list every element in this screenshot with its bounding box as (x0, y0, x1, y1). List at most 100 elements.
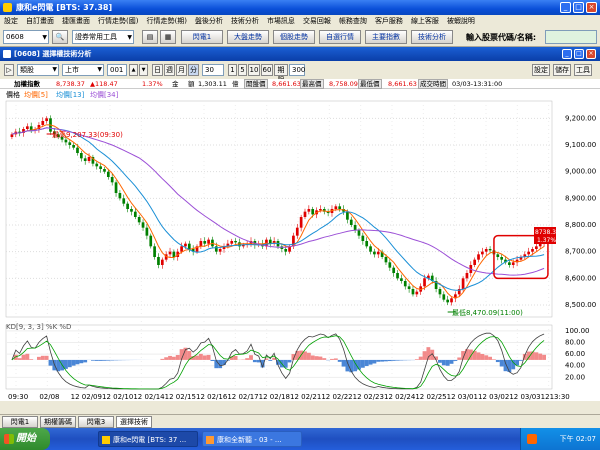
category-select[interactable]: 類股 ▼ (17, 64, 59, 76)
kd-histogram-bar (449, 359, 454, 364)
kd-histogram-bar (542, 354, 546, 360)
x-tick-label: 1213:30 (541, 393, 570, 401)
chart-area[interactable]: 9,200.00 9,100.00 9,000.00 8,900.00 8,800.00… (0, 89, 600, 401)
menu-item-trade-report[interactable]: 交易回報 (299, 15, 335, 27)
menu-item-domestic-quotes[interactable]: 行情走勢(國) (94, 15, 142, 27)
menu-item-quick-view[interactable]: 捷匯畫面 (58, 15, 94, 27)
kd-histogram-bar (364, 359, 369, 367)
period-week-button[interactable]: 週 (164, 64, 175, 76)
toolbar-button-market-trend[interactable]: 大盤走勢 (227, 30, 269, 44)
menu-item-market-news[interactable]: 市場訊息 (263, 15, 299, 27)
menu-item-customer-service[interactable]: 客戶服務 (371, 15, 407, 27)
candle-body (361, 235, 365, 241)
stepper-up-button[interactable]: ▲ (129, 64, 138, 76)
kd-legend: KD[9, 3, 3] %K %D (6, 323, 71, 331)
kd-histogram-bar (210, 359, 215, 362)
task-news-label: 康和全新聽 - 03 - ... (217, 436, 282, 444)
tab-options-chips[interactable]: 期權籌碼 (40, 416, 76, 428)
toolbar-button-stock-trend[interactable]: 個股走勢 (273, 30, 315, 44)
period-day-button[interactable]: 日 (152, 64, 163, 76)
toolbar-button-main-index[interactable]: 主要指數 (365, 30, 407, 44)
kd-histogram-bar (422, 351, 427, 360)
task-bts-app[interactable]: 康和e閃電 [BTS: 37 ... (98, 431, 198, 447)
x-tick-label: 12 02/16 (196, 393, 228, 401)
candle-body (403, 281, 407, 287)
kd-histogram-bar (36, 356, 41, 360)
bars-count-field[interactable]: 300 (289, 64, 305, 76)
minimize-button[interactable]: _ (560, 2, 571, 13)
toolbar-button-technical[interactable]: 技術分析 (411, 30, 453, 44)
menu-item-technical[interactable]: 技術分析 (227, 15, 263, 27)
tab-options-technical[interactable]: 選擇技術 (116, 416, 152, 428)
menu-item-online-support[interactable]: 線上客服 (407, 15, 443, 27)
candle-body (45, 118, 48, 121)
kd-histogram-bar (79, 359, 84, 364)
toolbar-button-flash1[interactable]: 閃電1 (181, 30, 223, 44)
play-icon: ▷ (6, 66, 12, 74)
kd-histogram-bar (44, 355, 49, 360)
play-button[interactable]: ▷ (4, 64, 14, 76)
kd-histogram-bar (341, 359, 346, 367)
task-news-app[interactable]: 康和全新聽 - 03 - ... (202, 431, 302, 447)
kd-histogram-bar (75, 359, 80, 365)
kd-histogram-bar (333, 358, 338, 360)
minutes-select[interactable]: 30 (202, 64, 224, 76)
index-code-select[interactable]: 001 (107, 64, 127, 76)
window-icon: ▤ (146, 33, 154, 41)
technical-chart[interactable]: 9,200.00 9,100.00 9,000.00 8,900.00 8,800.00… (0, 89, 600, 401)
kd-histogram-bar (303, 351, 307, 360)
kd-histogram-bar (268, 359, 273, 361)
menu-item-help[interactable]: 被蝦說明 (443, 15, 479, 27)
menu-item-custom-view[interactable]: 自訂畫面 (22, 15, 58, 27)
chart-maximize-button[interactable]: □ (574, 49, 584, 59)
toolbar-button-watchlist[interactable]: 自選行情 (319, 30, 361, 44)
chart-close-button[interactable]: × (586, 49, 596, 59)
close-button[interactable]: × (586, 2, 597, 13)
candle-body (384, 257, 388, 263)
count-60-button[interactable]: 60 (261, 64, 273, 76)
chart-minimize-button[interactable]: _ (562, 49, 572, 59)
ma5-legend: 均價[5] (24, 90, 48, 99)
menu-item-after-hours[interactable]: 盤後分析 (191, 15, 227, 27)
menu-item-account[interactable]: 帳務查詢 (335, 15, 371, 27)
menu-item-settings[interactable]: 設定 (0, 15, 22, 27)
tab-flash3[interactable]: 閃電3 (78, 416, 114, 428)
stock-code-input[interactable] (545, 30, 597, 44)
x-tick-label: 12 03/01 (447, 393, 478, 401)
kd-histogram-bar (495, 359, 500, 363)
start-button[interactable]: 開始 (0, 428, 50, 450)
period-minute-button[interactable]: 分 (188, 64, 199, 76)
code-select[interactable]: 0608 ▼ (3, 30, 49, 44)
tray-icon[interactable] (527, 434, 537, 444)
tools-button[interactable]: 工具 (574, 64, 592, 76)
stepper-down-button[interactable]: ▼ (139, 64, 148, 76)
x-tick-label: 12 02/17 (227, 393, 258, 401)
kd-histogram-bar (465, 349, 469, 360)
candle-body (184, 243, 187, 247)
count-5-button[interactable]: 5 (238, 64, 247, 76)
kd-histogram-bar (511, 359, 516, 370)
candle-body (338, 206, 342, 209)
price-tick-label: 9,000.00 (565, 168, 596, 176)
menu-item-futures-quotes[interactable]: 行情走勢(期) (142, 15, 190, 27)
range-button[interactable]: 期限 (274, 64, 288, 84)
kd-histogram-bar (106, 359, 111, 361)
ma13-legend: 均價[13] (56, 90, 85, 99)
save-button[interactable]: 儲存 (553, 64, 571, 76)
tool-group-select[interactable]: 證券常用工具 ▼ (72, 30, 134, 44)
maximize-button[interactable]: □ (573, 2, 584, 13)
count-1-button[interactable]: 1 (228, 64, 237, 76)
candle-body (538, 243, 542, 247)
grid-icon-button[interactable]: ▦ (160, 30, 176, 44)
window-icon-button[interactable]: ▤ (142, 30, 158, 44)
kd-histogram-bar (457, 357, 462, 360)
settings-button[interactable]: 設定 (532, 64, 550, 76)
tab-flash1[interactable]: 閃電1 (2, 416, 38, 428)
count-10-button[interactable]: 10 (248, 64, 260, 76)
period-month-button[interactable]: 月 (176, 64, 187, 76)
kd-histogram-bar (63, 359, 68, 369)
market-value: 上市 (65, 66, 79, 74)
search-button[interactable]: 🔍 (52, 30, 68, 44)
market-select[interactable]: 上市 ▼ (62, 64, 104, 76)
candle-body (10, 134, 14, 137)
